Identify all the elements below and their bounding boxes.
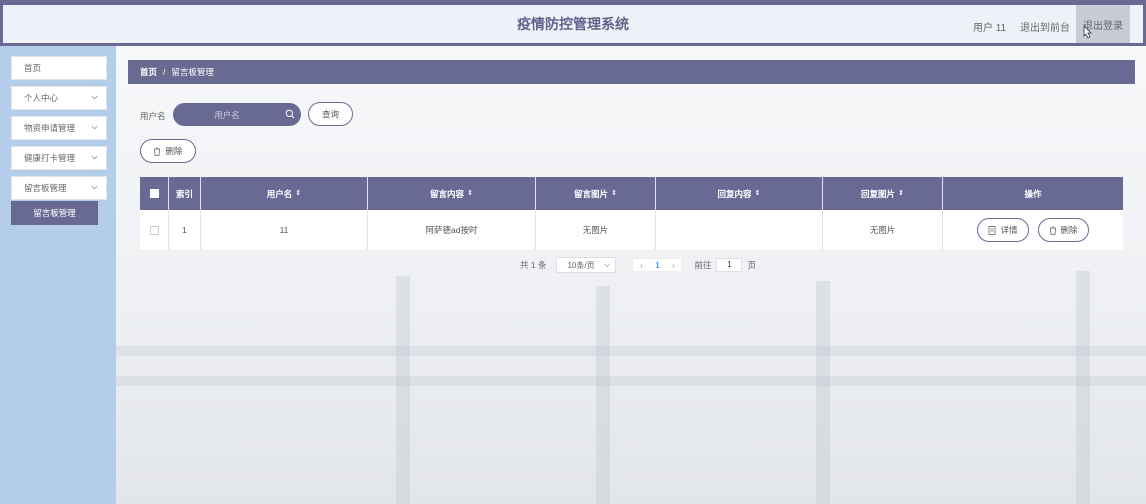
column-header-actions: 操作 [943,177,1123,210]
breadcrumb-home[interactable]: 首页 [140,66,157,78]
search-field[interactable] [173,103,301,126]
column-header-label: 回复内容 [717,188,752,199]
background-decoration [396,276,410,504]
sidebar-item-label: 健康打卡管理 [24,153,76,163]
table-header: 索引 用户名 ⇕ 留言内容 ⇕ 留言图片 ⇕ 回复内容 ⇕ 回复图片 ⇕ 操作 [140,177,1123,210]
sidebar: 首页 个人中心 物资申请管理 健康打卡管理 留言板管理 留言板管理 [0,46,116,504]
background-decoration [816,281,830,504]
background-decoration [1076,271,1090,504]
sidebar-item-label: 首页 [24,63,42,73]
mouse-cursor-icon [1083,25,1092,39]
pagination-total: 共 1 条 [520,260,547,270]
table-row: 1 11 阿萨德ad按时 无图片 无图片 详情 删除 [140,210,1123,251]
query-button[interactable]: 查询 [308,102,353,126]
sidebar-item-label: 个人中心 [24,93,59,103]
search-label: 用户名 [140,111,166,121]
bulk-delete-button[interactable]: 删除 [140,139,196,163]
trash-icon [1049,226,1056,235]
column-header-label: 操作 [1024,188,1042,199]
sidebar-item-health-checkin[interactable]: 健康打卡管理 [11,146,107,170]
table-body: 1 11 阿萨德ad按时 无图片 无图片 详情 删除 [140,210,1123,251]
exit-to-front-link[interactable]: 退出到前台 [1020,19,1070,34]
sidebar-item-personal-center[interactable]: 个人中心 [11,86,107,110]
top-header: 疫情防控管理系统 用户 11 退出到前台 退出登录 [0,0,1146,46]
main-content: 首页 / 留言板管理 用户名 查询 删除 索引 用户名⇕ 留言内容⇕ 留言图片⇕… [116,46,1146,504]
sidebar-item-label: 物资申请管理 [24,123,76,133]
goto-label: 前往 [694,260,712,270]
column-header-reply[interactable]: 回复内容 ⇕ [656,177,823,210]
breadcrumb-separator: / [163,67,166,77]
background-decoration [596,286,610,504]
column-header-label: 索引 [175,188,193,199]
sort-icon[interactable]: ⇕ [898,190,904,197]
column-header-label: 留言内容 [430,188,465,199]
sort-icon[interactable]: ⇕ [295,190,301,197]
delete-button-label: 删除 [1060,225,1078,235]
cell-image: 无图片 [536,210,656,250]
chevron-down-icon [91,155,98,160]
page-navigator: ‹ 1 › [632,258,683,272]
pagination: 共 1 条 10条/页 ‹ 1 › 前往 1 页 [520,257,756,273]
page-size-select[interactable]: 10条/页 [556,257,617,273]
chevron-down-icon [91,95,98,100]
column-header-label: 用户名 [266,188,293,199]
select-all-checkbox[interactable] [149,189,159,198]
background-decoration [116,346,1146,356]
prev-page-icon[interactable]: ‹ [633,261,649,270]
sidebar-item-label: 留言板管理 [24,183,67,193]
sort-icon[interactable]: ⇕ [467,190,473,197]
sidebar-subitem-message-board-manage[interactable]: 留言板管理 [11,201,98,225]
next-page-icon[interactable]: › [665,261,681,270]
detail-button-label: 详情 [1000,225,1018,235]
page-size-value: 10条/页 [567,260,595,270]
bulk-delete-label: 删除 [165,146,183,156]
column-header-username[interactable]: 用户名 ⇕ [201,177,368,210]
sidebar-item-supply-application[interactable]: 物资申请管理 [11,116,107,140]
column-header-image[interactable]: 留言图片 ⇕ [536,177,656,210]
app-title: 疫情防控管理系统 [517,16,629,32]
column-header-content[interactable]: 留言内容 ⇕ [368,177,536,210]
goto-page-input[interactable]: 1 [716,258,743,272]
column-header-reply-image[interactable]: 回复图片 ⇕ [823,177,943,210]
cell-reply-image: 无图片 [823,210,943,250]
chevron-down-icon [91,185,98,190]
search-icon [285,109,295,119]
column-header-index: 索引 [169,177,201,210]
breadcrumb-current: 留言板管理 [171,67,214,77]
document-icon [989,225,996,235]
row-select-cell [140,210,169,250]
cell-content: 阿萨德ad按时 [368,210,536,250]
column-header-label: 留言图片 [574,188,609,199]
cell-reply [656,210,823,250]
message-table: 索引 用户名 ⇕ 留言内容 ⇕ 留言图片 ⇕ 回复内容 ⇕ 回复图片 ⇕ 操作 1 11 … [140,177,1123,251]
column-header-label: 回复图片 [861,188,896,199]
sidebar-item-message-board[interactable]: 留言板管理 [11,176,107,200]
trash-icon [154,147,161,156]
chevron-down-icon [604,263,611,268]
chevron-down-icon [91,125,98,130]
detail-button[interactable]: 详情 [977,218,1029,242]
current-user-label: 用户 11 [973,23,1007,34]
sort-icon[interactable]: ⇕ [755,190,761,197]
row-checkbox[interactable] [149,225,159,235]
cell-actions: 详情 删除 [943,210,1123,250]
sidebar-item-home[interactable]: 首页 [11,56,107,80]
delete-button[interactable]: 删除 [1037,218,1089,242]
sort-icon[interactable]: ⇕ [611,190,617,197]
search-input[interactable] [173,103,301,126]
select-all-cell [140,177,169,210]
background-decoration [116,376,1146,386]
cell-username: 11 [201,210,368,250]
breadcrumb: 首页 / 留言板管理 [128,60,1135,84]
cell-index: 1 [169,210,201,250]
page-number-current[interactable]: 1 [649,261,665,270]
page-suffix-label: 页 [747,260,756,270]
